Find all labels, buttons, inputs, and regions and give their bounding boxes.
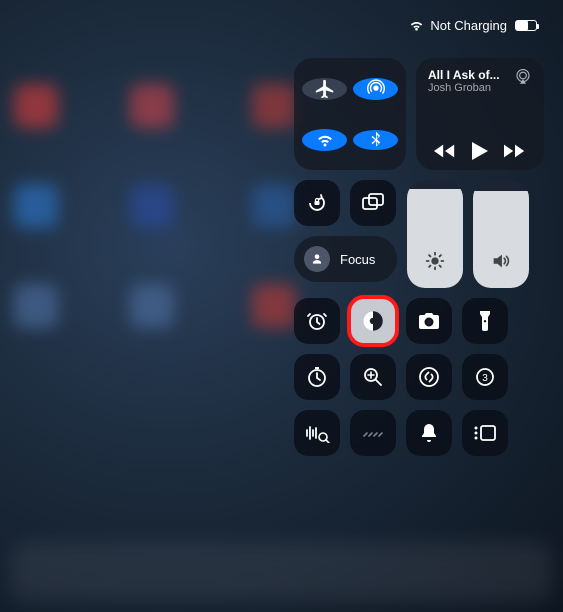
- airplane-mode-toggle[interactable]: [302, 78, 347, 100]
- brightness-icon: [424, 250, 446, 272]
- alarm-button[interactable]: [294, 298, 340, 344]
- timer-icon: [305, 365, 329, 389]
- stage-manager-icon: [472, 423, 498, 443]
- stage-manager-button[interactable]: [462, 410, 508, 456]
- airplane-icon: [314, 78, 336, 100]
- bell-icon: [419, 422, 439, 444]
- wifi-toggle[interactable]: [302, 129, 347, 151]
- airdrop-toggle[interactable]: [353, 78, 398, 100]
- status-bar: Not Charging: [409, 18, 537, 33]
- bluetooth-toggle[interactable]: [353, 130, 398, 150]
- media-playback-tile[interactable]: All I Ask of... Josh Groban: [416, 58, 544, 170]
- charging-status-text: Not Charging: [430, 18, 507, 33]
- focus-label: Focus: [340, 252, 375, 267]
- brightness-slider[interactable]: [407, 180, 463, 288]
- forward-button[interactable]: [504, 143, 526, 159]
- play-button[interactable]: [472, 142, 488, 160]
- focus-button[interactable]: Focus: [294, 236, 397, 282]
- control-center: All I Ask of... Josh Groban: [294, 58, 544, 456]
- svg-text:3: 3: [482, 373, 488, 384]
- screen-mirroring-icon: [361, 193, 385, 213]
- shazam-icon: [417, 365, 441, 389]
- quick-note-button[interactable]: 3: [462, 354, 508, 400]
- shazam-button[interactable]: [406, 354, 452, 400]
- screen-mirroring-button[interactable]: [350, 180, 396, 226]
- rotation-lock-icon: [305, 191, 329, 215]
- connectivity-group: [294, 58, 406, 170]
- notifications-button[interactable]: [406, 410, 452, 456]
- hearing-button[interactable]: [350, 410, 396, 456]
- bluetooth-icon: [366, 130, 386, 150]
- airplay-icon[interactable]: [514, 68, 532, 86]
- hearing-icon: [361, 425, 385, 441]
- flashlight-icon: [478, 309, 492, 333]
- dark-mode-toggle[interactable]: [350, 298, 396, 344]
- wifi-icon: [409, 20, 424, 32]
- badge-count-icon: 3: [473, 365, 497, 389]
- media-title: All I Ask of...: [428, 68, 508, 82]
- magnifier-icon: [361, 365, 385, 389]
- rewind-button[interactable]: [434, 143, 456, 159]
- dark-mode-icon: [360, 308, 386, 334]
- camera-button[interactable]: [406, 298, 452, 344]
- airdrop-icon: [365, 78, 387, 100]
- focus-avatar-icon: [304, 246, 330, 272]
- alarm-clock-icon: [305, 309, 329, 333]
- sound-recognition-button[interactable]: [294, 410, 340, 456]
- media-artist: Josh Groban: [428, 82, 508, 94]
- volume-slider[interactable]: [473, 180, 529, 288]
- flashlight-button[interactable]: [462, 298, 508, 344]
- camera-icon: [417, 311, 441, 331]
- magnifier-button[interactable]: [350, 354, 396, 400]
- wifi-icon: [314, 129, 336, 151]
- timer-button[interactable]: [294, 354, 340, 400]
- sound-recognition-icon: [304, 423, 330, 443]
- battery-icon: [515, 20, 537, 31]
- orientation-lock-toggle[interactable]: [294, 180, 340, 226]
- volume-icon: [490, 250, 512, 272]
